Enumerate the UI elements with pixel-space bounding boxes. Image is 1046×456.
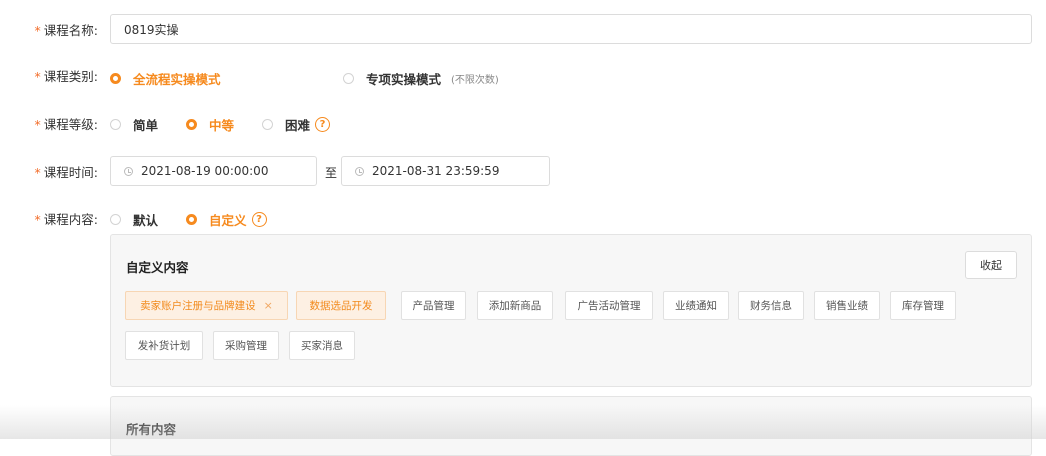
collapse-button[interactable]: 收起 <box>965 251 1017 279</box>
course-category-label: * 课程类别: <box>34 68 98 84</box>
radio-content-custom[interactable]: 自定义 <box>186 210 247 229</box>
radio-special-mode[interactable]: 专项实操模式 (不限次数) <box>343 69 499 88</box>
all-content-panel: 所有内容 <box>110 396 1032 456</box>
tag-seller-account[interactable]: 卖家账户注册与品牌建设 × <box>125 291 288 320</box>
tag-data-selection[interactable]: 数据选品开发 <box>296 291 386 320</box>
tag-inventory-management[interactable]: 库存管理 <box>890 291 956 320</box>
course-level-label: * 课程等级: <box>34 116 98 132</box>
tag-sales-performance[interactable]: 销售业绩 <box>814 291 880 320</box>
tag-performance-notice[interactable]: 业绩通知 <box>663 291 729 320</box>
level-radio-group: 简单 中等 困难 ? <box>110 115 331 134</box>
tag-replenishment-plan[interactable]: 发补货计划 <box>125 331 203 360</box>
question-circle-icon[interactable]: ? <box>315 117 331 132</box>
time-separator: 至 <box>325 166 338 180</box>
radio-dot <box>186 119 198 130</box>
course-name-row: * 课程名称: <box>0 18 98 40</box>
content-radio-group: 默认 自定义 ? <box>110 210 267 229</box>
radio-level-medium[interactable]: 中等 <box>186 115 234 134</box>
course-category-row: * 课程类别: <box>0 64 98 86</box>
end-time-input[interactable]: 2021-08-31 23:59:59 <box>341 156 550 186</box>
tag-buyer-messages[interactable]: 买家消息 <box>289 331 355 360</box>
course-name-input[interactable]: 0819实操 <box>110 14 1032 44</box>
course-name-label: * 课程名称: <box>34 22 98 38</box>
radio-content-default[interactable]: 默认 <box>110 210 158 229</box>
radio-level-easy[interactable]: 简单 <box>110 115 158 134</box>
course-time-row: * 课程时间: <box>0 160 98 182</box>
custom-content-panel: 自定义内容 收起 卖家账户注册与品牌建设 × 数据选品开发 产品管理 添加新商品… <box>110 234 1032 387</box>
question-circle-icon[interactable]: ? <box>251 212 267 227</box>
radio-dot <box>110 214 121 225</box>
tag-ad-campaign[interactable]: 广告活动管理 <box>565 291 653 320</box>
tag-finance-info[interactable]: 财务信息 <box>738 291 804 320</box>
clock-icon <box>355 166 364 176</box>
custom-content-title: 自定义内容 <box>126 260 189 275</box>
all-content-title: 所有内容 <box>126 422 177 437</box>
radio-dot <box>110 73 121 84</box>
course-level-row: * 课程等级: <box>0 112 98 134</box>
radio-full-process-mode[interactable]: 全流程实操模式 <box>110 69 221 88</box>
tag-add-product[interactable]: 添加新商品 <box>477 291 553 320</box>
radio-level-hard[interactable]: 困难 <box>262 115 310 134</box>
radio-dot <box>186 214 198 225</box>
start-time-input[interactable]: 2021-08-19 00:00:00 <box>110 156 317 186</box>
course-content-row: * 课程内容: <box>0 207 98 229</box>
tag-product-management[interactable]: 产品管理 <box>401 291 466 320</box>
course-time-label: * 课程时间: <box>34 164 98 180</box>
radio-dot <box>343 73 354 84</box>
clock-icon <box>124 166 133 176</box>
tag-purchase-management[interactable]: 采购管理 <box>213 331 279 360</box>
radio-dot <box>262 119 274 130</box>
course-content-label: * 课程内容: <box>34 211 98 227</box>
unlimited-note: (不限次数) <box>451 75 499 86</box>
close-icon[interactable]: × <box>264 299 273 312</box>
radio-dot <box>110 119 121 130</box>
